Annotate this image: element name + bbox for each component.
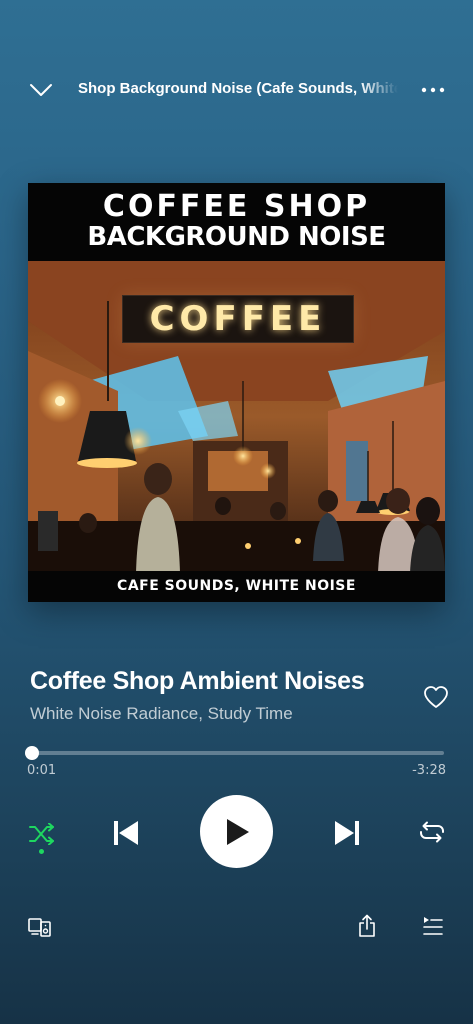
- progress-knob[interactable]: [25, 746, 40, 760]
- share-button[interactable]: [352, 910, 382, 942]
- album-art-banner: COFFEE SHOP BACKGROUND NOISE: [28, 183, 445, 261]
- shuffle-icon: [29, 823, 54, 845]
- heart-icon: [424, 686, 448, 708]
- devices-icon: [28, 918, 51, 937]
- album-art-footer: CAFE SOUNDS, WHITE NOISE: [28, 571, 445, 602]
- coffee-sign: COFFEE: [122, 295, 354, 343]
- previous-track-button[interactable]: [103, 810, 149, 856]
- play-icon: [226, 818, 249, 845]
- more-options-button[interactable]: [416, 78, 450, 102]
- player-header: Shop Background Noise (Cafe Sounds, Whit…: [0, 72, 473, 108]
- collapse-button[interactable]: [26, 78, 56, 102]
- coffee-sign-text: COFFEE: [149, 299, 327, 339]
- track-title[interactable]: Coffee Shop Ambient Noises: [30, 667, 410, 696]
- connect-devices-button[interactable]: [24, 912, 56, 942]
- time-elapsed: 0:01: [27, 763, 57, 778]
- album-art-title-line1: COFFEE SHOP: [102, 189, 371, 224]
- album-art: COFFEE SHOP BACKGROUND NOISE COFFEE CAFE…: [28, 183, 445, 602]
- time-remaining: -3:28: [412, 763, 446, 778]
- shuffle-button[interactable]: [22, 812, 62, 856]
- skip-previous-icon: [114, 821, 138, 845]
- repeat-button[interactable]: [412, 812, 452, 852]
- album-art-title-line2: BACKGROUND NOISE: [87, 222, 386, 252]
- more-horizontal-icon: [421, 87, 445, 93]
- play-button[interactable]: [200, 795, 273, 868]
- next-track-button[interactable]: [324, 810, 370, 856]
- playing-from-title[interactable]: Shop Background Noise (Cafe Sounds, Whit…: [78, 80, 398, 97]
- skip-next-icon: [335, 821, 359, 845]
- share-icon: [359, 914, 375, 937]
- playback-progress-bar[interactable]: [25, 746, 444, 760]
- like-button[interactable]: [420, 682, 452, 712]
- repeat-icon: [420, 821, 444, 843]
- queue-icon: [423, 917, 443, 935]
- chevron-down-icon: [30, 84, 52, 96]
- shuffle-active-dot: [39, 849, 44, 854]
- track-artists[interactable]: White Noise Radiance, Study Time: [30, 704, 410, 724]
- album-art-subtitle: CAFE SOUNDS, WHITE NOISE: [117, 578, 356, 594]
- queue-button[interactable]: [418, 911, 448, 941]
